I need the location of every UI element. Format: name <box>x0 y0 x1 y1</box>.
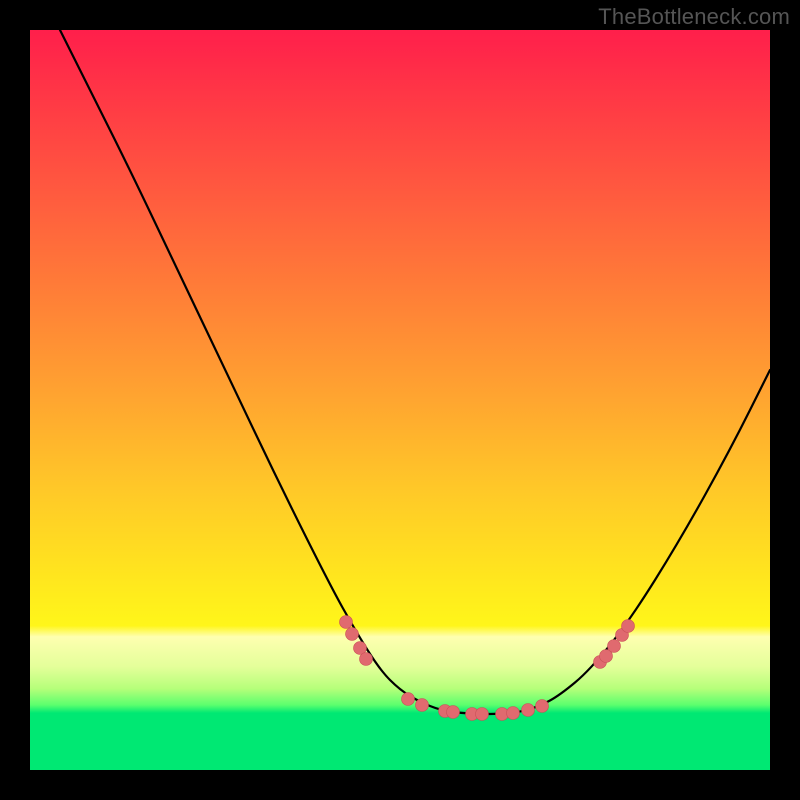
chart-frame: TheBottleneck.com <box>0 0 800 800</box>
bottleneck-curve <box>60 30 770 714</box>
highlight-dot <box>622 620 635 633</box>
highlight-dot <box>536 700 549 713</box>
watermark-text: TheBottleneck.com <box>598 4 790 30</box>
highlight-dot <box>507 707 520 720</box>
highlight-dot <box>340 616 353 629</box>
highlight-dot <box>522 704 535 717</box>
highlight-dot <box>402 693 415 706</box>
highlight-dot <box>476 708 489 721</box>
highlight-dot <box>416 699 429 712</box>
plot-area <box>30 30 770 770</box>
curve-layer <box>30 30 770 770</box>
highlight-dot <box>346 628 359 641</box>
highlight-dot <box>447 706 460 719</box>
highlight-dot <box>608 640 621 653</box>
highlight-dot <box>360 653 373 666</box>
